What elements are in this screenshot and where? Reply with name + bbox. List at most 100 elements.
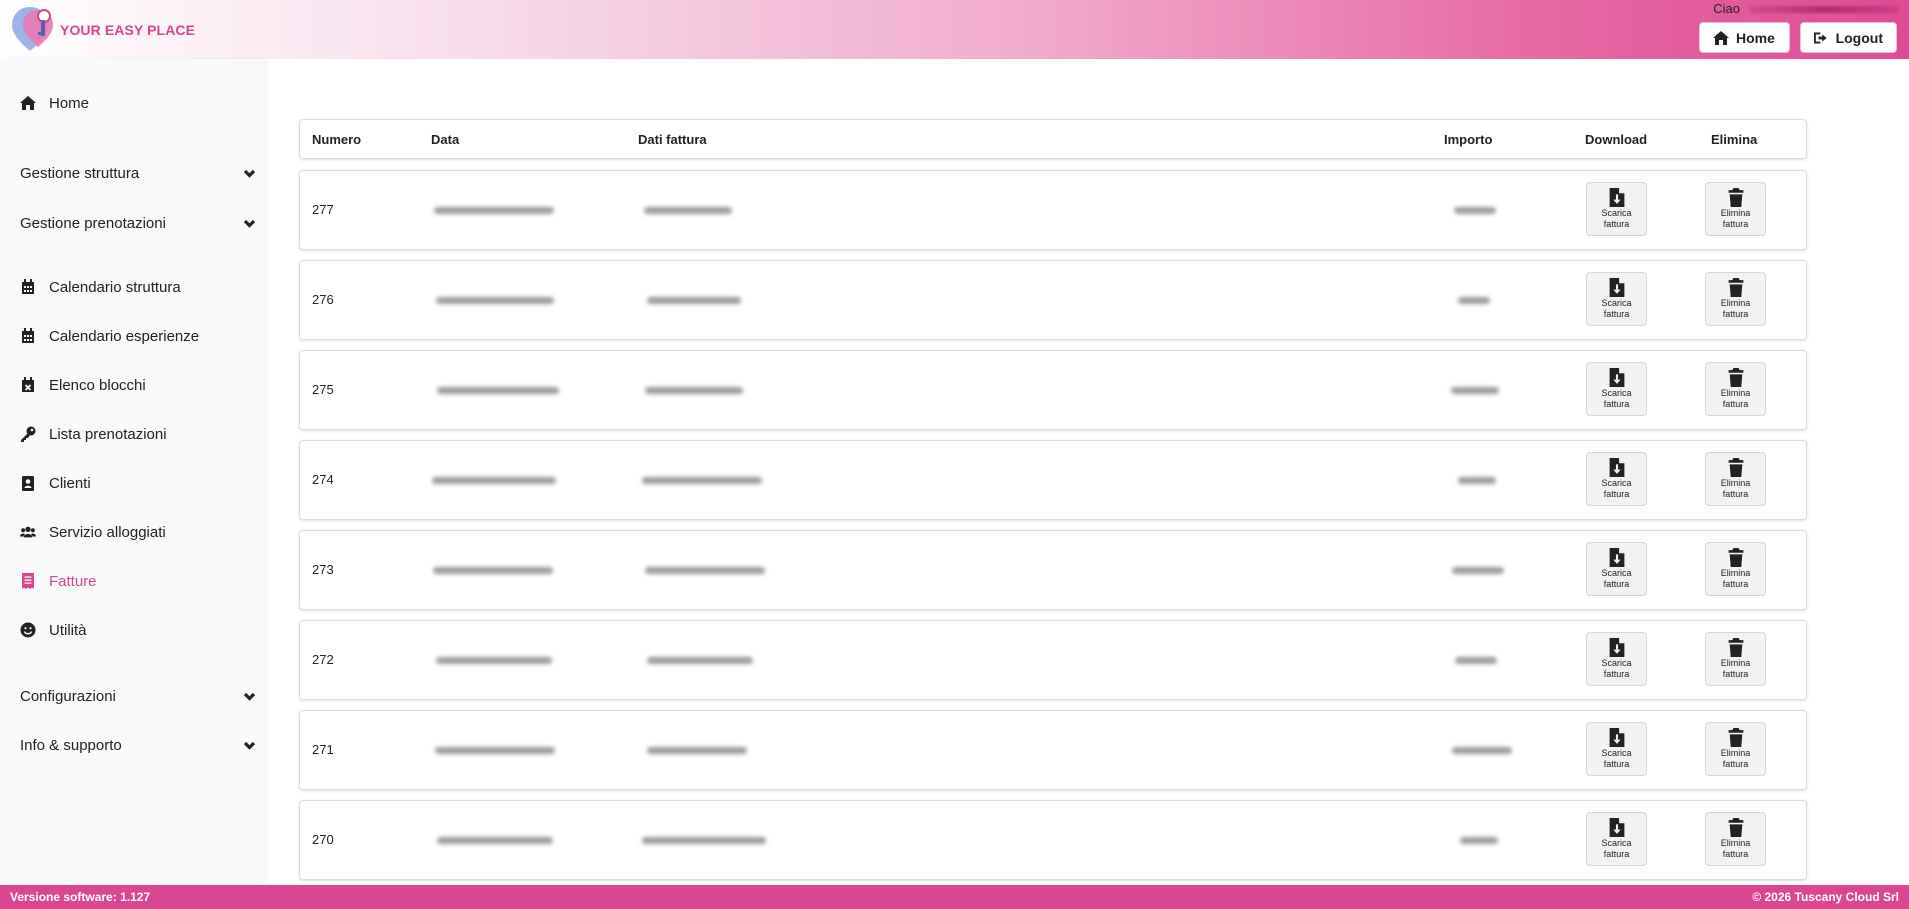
version-number: 1.127 <box>120 890 151 904</box>
trash-icon <box>1728 548 1743 567</box>
download-button-label: Scarica fattura <box>1601 388 1631 410</box>
invoice-details-redacted <box>642 477 762 484</box>
brand-name: YOUR EASY PLACE <box>60 22 196 38</box>
footer: Versione software: 1.127 © 2026 Tuscany … <box>0 885 1909 909</box>
download-invoice-button[interactable]: Scarica fattura <box>1586 722 1647 776</box>
delete-label-line1: Elimina <box>1720 658 1751 668</box>
sidebar-item-label: Home <box>49 94 90 112</box>
invoice-row: 271 Scarica fattura Elimina fattura <box>299 710 1807 790</box>
sidebar-item-utilita[interactable]: Utilità <box>0 612 265 648</box>
invoice-row: 272 Scarica fattura Elimina fattura <box>299 620 1807 700</box>
invoice-details-redacted <box>647 657 753 664</box>
key-icon <box>19 426 36 443</box>
download-label-line1: Scarica <box>1601 208 1632 218</box>
delete-label-line2: fattura <box>1722 579 1749 589</box>
download-label-line1: Scarica <box>1601 748 1632 758</box>
sidebar-group-gestione-prenotazioni[interactable]: Gestione prenotazioni <box>0 205 265 241</box>
invoice-number: 273 <box>312 562 334 577</box>
invoice-amount-redacted <box>1454 207 1496 214</box>
column-header-download: Download <box>1585 132 1648 147</box>
invoice-date-redacted <box>433 567 553 574</box>
sidebar-group-gestione-struttura[interactable]: Gestione struttura <box>0 155 265 191</box>
sidebar-item-label: Clienti <box>49 474 91 492</box>
sidebar-item-elenco-blocchi[interactable]: Elenco blocchi <box>0 367 265 403</box>
delete-invoice-button[interactable]: Elimina fattura <box>1705 722 1766 776</box>
invoice-number: 275 <box>312 382 334 397</box>
delete-invoice-button[interactable]: Elimina fattura <box>1705 632 1766 686</box>
sidebar-item-clienti[interactable]: Clienti <box>0 465 265 501</box>
sidebar-group-info-supporto[interactable]: Info & supporto <box>0 727 265 763</box>
sidebar: Home Gestione struttura Gestione prenota… <box>0 59 265 885</box>
column-header-numero: Numero <box>312 132 362 147</box>
download-label-line1: Scarica <box>1601 478 1632 488</box>
sidebar-item-label: Elenco blocchi <box>49 376 146 394</box>
chevron-down-icon <box>243 167 256 180</box>
delete-invoice-button[interactable]: Elimina fattura <box>1705 272 1766 326</box>
house-icon <box>1713 30 1729 45</box>
download-button-label: Scarica fattura <box>1601 298 1631 320</box>
invoice-amount-redacted <box>1451 387 1499 394</box>
delete-button-label: Elimina fattura <box>1721 658 1751 680</box>
download-button-label: Scarica fattura <box>1601 208 1631 230</box>
download-invoice-button[interactable]: Scarica fattura <box>1586 632 1647 686</box>
download-invoice-button[interactable]: Scarica fattura <box>1586 272 1647 326</box>
column-header-data: Data <box>431 132 460 147</box>
download-label-line1: Scarica <box>1601 658 1632 668</box>
sidebar-item-lista-prenotazioni[interactable]: Lista prenotazioni <box>0 416 265 452</box>
sidebar-group-configurazioni[interactable]: Configurazioni <box>0 678 265 714</box>
chevron-down-icon <box>243 739 256 752</box>
copyright: © 2026 Tuscany Cloud Srl <box>1752 890 1899 904</box>
file-download-icon <box>1609 728 1624 747</box>
delete-invoice-button[interactable]: Elimina fattura <box>1705 362 1766 416</box>
download-button-label: Scarica fattura <box>1601 658 1631 680</box>
sidebar-item-calendario-struttura[interactable]: Calendario struttura <box>0 269 265 305</box>
greeting-text: Ciao <box>1713 1 1740 16</box>
sidebar-item-label: Utilità <box>49 621 87 639</box>
chevron-down-icon <box>243 690 256 703</box>
sidebar-item-label: Calendario esperienze <box>49 327 200 345</box>
header-home-button[interactable]: Home <box>1699 22 1790 53</box>
top-header: YOUR EASY PLACE Ciao Home Logout <box>0 0 1909 59</box>
download-invoice-button[interactable]: Scarica fattura <box>1586 542 1647 596</box>
column-header-importo: Importo <box>1444 132 1493 147</box>
download-button-label: Scarica fattura <box>1601 838 1631 860</box>
invoice-date-redacted <box>437 837 553 844</box>
delete-button-label: Elimina fattura <box>1721 478 1751 500</box>
download-label-line2: fattura <box>1603 489 1630 499</box>
invoice-date-redacted <box>434 207 554 214</box>
sidebar-item-servizio-alloggiati[interactable]: Servizio alloggiati <box>0 514 265 550</box>
file-download-icon <box>1609 548 1624 567</box>
download-invoice-button[interactable]: Scarica fattura <box>1586 182 1647 236</box>
version-label: Versione software: <box>10 890 117 904</box>
download-invoice-button[interactable]: Scarica fattura <box>1586 362 1647 416</box>
invoice-amount-redacted <box>1455 657 1497 664</box>
download-invoice-button[interactable]: Scarica fattura <box>1586 812 1647 866</box>
sidebar-item-fatture[interactable]: Fatture <box>0 563 265 599</box>
invoice-row: 276 Scarica fattura Elimina fattura <box>299 260 1807 340</box>
delete-label-line2: fattura <box>1722 309 1749 319</box>
invoice-row: 274 Scarica fattura Elimina fattura <box>299 440 1807 520</box>
invoice-details-redacted <box>647 747 747 754</box>
invoice-number: 271 <box>312 742 334 757</box>
delete-invoice-button[interactable]: Elimina fattura <box>1705 452 1766 506</box>
sidebar-item-calendario-esperienze[interactable]: Calendario esperienze <box>0 318 265 354</box>
invoice-number: 272 <box>312 652 334 667</box>
users-icon <box>19 524 36 541</box>
download-invoice-button[interactable]: Scarica fattura <box>1586 452 1647 506</box>
user-name-redacted <box>1749 6 1899 13</box>
delete-invoice-button[interactable]: Elimina fattura <box>1705 812 1766 866</box>
sidebar-group-label: Configurazioni <box>20 687 116 705</box>
smile-icon <box>19 622 36 639</box>
invoice-date-redacted <box>432 477 556 484</box>
download-label-line2: fattura <box>1603 309 1630 319</box>
download-label-line2: fattura <box>1603 399 1630 409</box>
sidebar-item-home[interactable]: Home <box>0 85 265 121</box>
column-header-dati-fattura: Dati fattura <box>638 132 707 147</box>
logout-button[interactable]: Logout <box>1800 22 1897 53</box>
delete-invoice-button[interactable]: Elimina fattura <box>1705 542 1766 596</box>
file-download-icon <box>1609 188 1624 207</box>
logo-icon <box>12 7 53 51</box>
delete-invoice-button[interactable]: Elimina fattura <box>1705 182 1766 236</box>
invoice-number: 270 <box>312 832 334 847</box>
delete-button-label: Elimina fattura <box>1721 208 1751 230</box>
